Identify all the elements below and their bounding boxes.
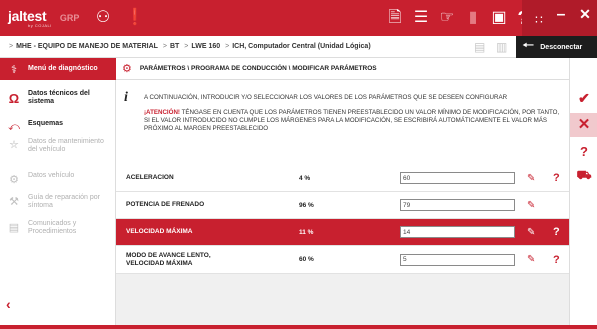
- parameter-name: VELOCIDAD MÁXIMA: [126, 228, 193, 235]
- help-icon[interactable]: ?: [553, 254, 560, 266]
- main-panel: ⚙ PARÁMETROS \ PROGRAMA DE CONDUCCIÓN \ …: [116, 58, 569, 329]
- battery-icon: ▮: [468, 9, 478, 26]
- sidebar-item-repair-guide: ⚒ Guía de reparación por síntoma: [0, 194, 116, 210]
- sidebar-item-technical-data[interactable]: Ω Datos técnicos del sistema: [0, 90, 116, 106]
- action-bar: ✔ ✕ ? ⛟: [569, 58, 597, 329]
- cancel-button[interactable]: ✕: [570, 113, 597, 137]
- help-button[interactable]: ?: [570, 144, 597, 159]
- sidebar-item-bulletins: ▤ Comunicados y Procedimientos: [0, 220, 116, 236]
- parameter-current-value: 4 %: [299, 174, 311, 182]
- grid-icon[interactable]: ∷: [528, 10, 550, 30]
- parameter-input[interactable]: [400, 253, 515, 266]
- help-icon[interactable]: ?: [553, 172, 560, 184]
- info-text: A CONTINUACIÓN, INTRODUCIR Y/O SELECCION…: [144, 94, 508, 101]
- sidebar: ⚕ Menú de diagnóstico Ω Datos técnicos d…: [0, 58, 116, 329]
- pencil-icon[interactable]: ✎: [527, 200, 535, 211]
- breadcrumb-item[interactable]: BT: [170, 43, 179, 50]
- truck-group-icon[interactable]: ⚇: [92, 8, 114, 28]
- parameter-name: POTENCIA DE FRENADO: [126, 201, 205, 208]
- repair-icon: ⚒: [9, 196, 19, 208]
- disconnect-button[interactable]: 🠔 Desconectar: [516, 36, 597, 58]
- warning-label: ¡ATENCIÓN!: [144, 109, 180, 116]
- sidebar-item-maintenance-data: ⛦ Datos de mantenimiento del vehículo: [0, 138, 116, 154]
- app-logo: jaltest by COJALI: [8, 9, 52, 28]
- ohm-icon: Ω: [8, 91, 20, 106]
- table-row[interactable]: ACELERACION 4 % ✎ ?: [116, 165, 569, 192]
- table-row[interactable]: VELOCIDAD MÁXIMA 11 % ✎ ?: [116, 219, 569, 246]
- table-row[interactable]: MODO DE AVANCE LENTO, VELOCIDAD MÁXIMA 6…: [116, 246, 569, 274]
- breadcrumb-item[interactable]: MHE - EQUIPO DE MANEJO DE MATERIAL: [16, 43, 158, 50]
- help-icon[interactable]: ?: [553, 226, 560, 238]
- settings-icon: ⚙: [122, 63, 132, 75]
- sidebar-item-diagnostic-menu[interactable]: ⚕ Menú de diagnóstico: [0, 58, 116, 80]
- test-icon: ▤: [474, 40, 486, 54]
- list-icon[interactable]: ☰: [410, 8, 432, 28]
- breadcrumb-item[interactable]: LWE 160: [191, 43, 220, 50]
- parameter-current-value: 60 %: [299, 256, 314, 263]
- alert-icon[interactable]: ❗: [124, 8, 146, 28]
- arrow-left-icon: 🠔: [522, 37, 535, 53]
- info-icon: i: [124, 90, 128, 105]
- oil-can-icon: ⛦: [9, 139, 19, 151]
- breadcrumb-item[interactable]: ICH, Computador Central (Unidad Lógica): [232, 43, 370, 50]
- pencil-icon[interactable]: ✎: [527, 173, 535, 184]
- parameter-name: ACELERACION: [126, 174, 174, 181]
- warning-body: TÉNGASE EN CUENTA QUE LOS PARÁMETROS TIE…: [144, 109, 560, 132]
- table-row[interactable]: POTENCIA DE FRENADO 96 % ✎: [116, 192, 569, 219]
- breadcrumb: > MHE - EQUIPO DE MANEJO DE MATERIAL > BT …: [0, 36, 597, 58]
- pencil-icon[interactable]: ✎: [527, 227, 535, 238]
- stethoscope-icon: ⚕: [11, 64, 17, 76]
- parameter-input[interactable]: [400, 199, 515, 211]
- sidebar-item-vehicle-data: ⚙ Datos vehículo: [0, 172, 116, 186]
- hand-icon[interactable]: ☞: [436, 8, 458, 28]
- panel-title: PARÁMETROS \ PROGRAMA DE CONDUCCIÓN \ MO…: [139, 65, 377, 72]
- parameter-input[interactable]: [400, 172, 515, 184]
- breadcrumb-trail: > MHE - EQUIPO DE MANEJO DE MATERIAL > BT …: [9, 43, 371, 50]
- warning-text: ¡ATENCIÓN! TÉNGASE EN CUENTA QUE LOS PAR…: [144, 109, 564, 133]
- panel-header: ⚙ PARÁMETROS \ PROGRAMA DE CONDUCCIÓN \ …: [116, 58, 569, 80]
- back-button[interactable]: ‹: [6, 296, 11, 312]
- close-button[interactable]: ✕: [574, 6, 596, 23]
- info-box: i A CONTINUACIÓN, INTRODUCIR Y/O SELECCI…: [116, 80, 569, 166]
- sidebar-item-schematics[interactable]: ⤺ Esquemas: [0, 120, 116, 134]
- signal-icon: ▥: [496, 40, 508, 54]
- parameter-current-value: 96 %: [299, 201, 314, 209]
- module-label: GRP: [59, 13, 80, 23]
- camera-icon[interactable]: ▣: [488, 8, 510, 28]
- accept-button[interactable]: ✔: [570, 90, 597, 107]
- pencil-icon[interactable]: ✎: [527, 254, 535, 265]
- document-stack-icon: ▤: [8, 222, 20, 234]
- brand-sub: by COJALI: [28, 22, 52, 28]
- bottom-bar: [0, 325, 597, 329]
- parameter-input[interactable]: [400, 226, 515, 238]
- parameter-name: MODO DE AVANCE LENTO, VELOCIDAD MÁXIMA: [126, 251, 211, 267]
- brand-name: jaltest: [8, 7, 47, 24]
- parameter-current-value: 11 %: [299, 228, 314, 236]
- wrench-icon: ⚙: [9, 174, 19, 186]
- minimize-button[interactable]: –: [550, 6, 572, 24]
- document-icon[interactable]: 🗎: [384, 8, 406, 28]
- schematic-icon: ⤺: [8, 121, 20, 133]
- vehicle-icon[interactable]: ⛟: [570, 168, 597, 184]
